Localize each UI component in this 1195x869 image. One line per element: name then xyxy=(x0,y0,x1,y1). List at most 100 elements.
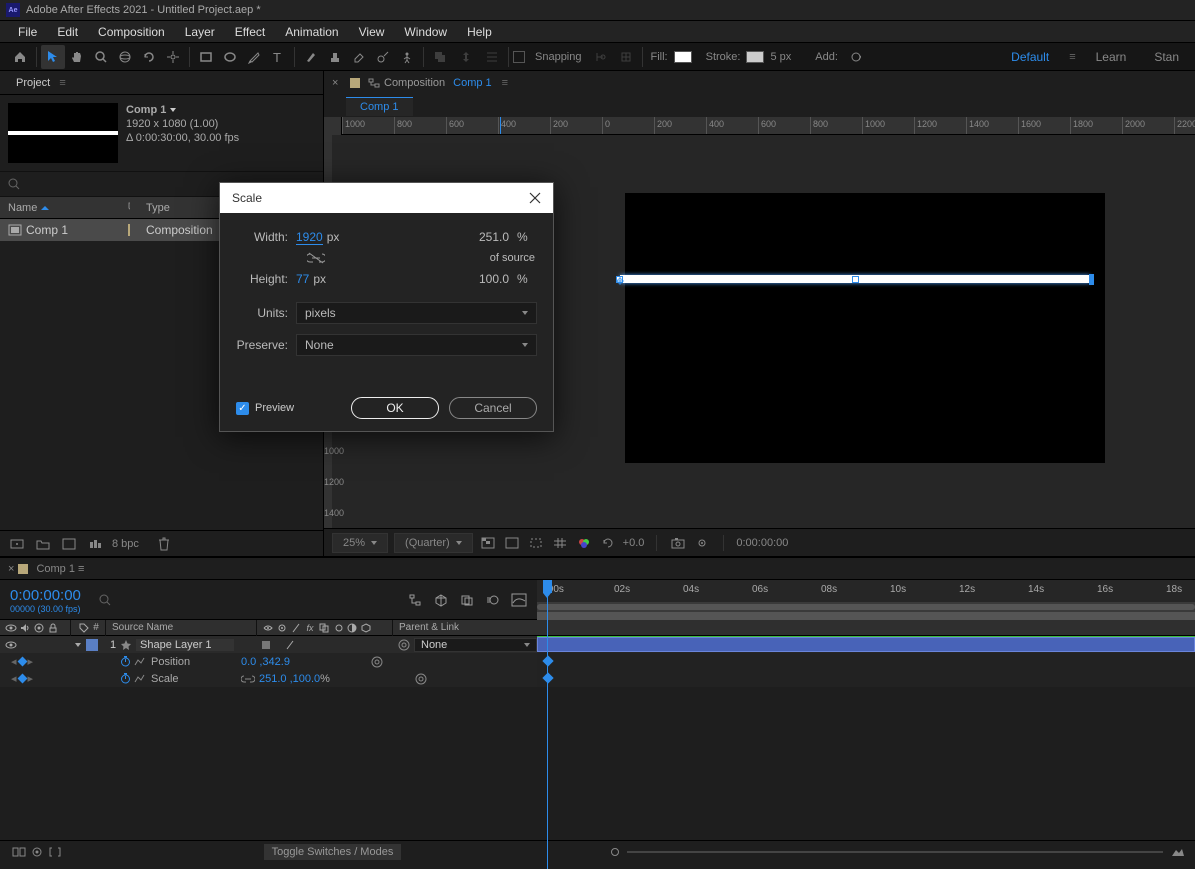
eraser-tool-icon[interactable] xyxy=(347,45,371,69)
snap-opt-2-icon[interactable] xyxy=(614,45,638,69)
col-fx-icon[interactable]: fx xyxy=(303,623,317,633)
zoom-tool-icon[interactable] xyxy=(89,45,113,69)
stopwatch-icon[interactable] xyxy=(120,656,131,667)
height-pct[interactable]: 100.0 xyxy=(479,272,509,286)
tl-footer-brackets-icon[interactable] xyxy=(46,843,64,861)
position-value[interactable]: 0.0 ,342.9 xyxy=(241,656,371,668)
col-solo-icon[interactable] xyxy=(32,623,46,633)
roto-brush-tool-icon[interactable] xyxy=(371,45,395,69)
units-select[interactable]: pixels xyxy=(296,302,537,324)
selection-tool-icon[interactable] xyxy=(41,45,65,69)
tl-footer-icon1[interactable] xyxy=(10,843,28,861)
reset-exposure-icon[interactable] xyxy=(599,534,617,552)
project-settings-icon[interactable] xyxy=(86,535,104,553)
col-visibility-icon[interactable] xyxy=(4,623,18,633)
comp-thumbnail[interactable] xyxy=(8,103,118,163)
work-area[interactable] xyxy=(537,602,1195,620)
channel-icon[interactable] xyxy=(575,534,593,552)
zoom-dropdown[interactable]: 25% xyxy=(332,533,388,553)
trash-icon[interactable] xyxy=(155,535,173,553)
layer-twirl-icon[interactable] xyxy=(75,643,81,647)
stopwatch-icon[interactable] xyxy=(120,673,131,684)
prev-keyframe-icon[interactable]: ◂ xyxy=(11,672,17,685)
fill-swatch[interactable] xyxy=(674,51,692,63)
timeline-search[interactable] xyxy=(99,590,397,610)
col-number[interactable]: # xyxy=(93,622,99,633)
preview-checkbox[interactable]: ✓Preview xyxy=(236,402,294,415)
pickwhip-icon[interactable] xyxy=(371,656,383,668)
clone-stamp-tool-icon[interactable] xyxy=(323,45,347,69)
comp-mini-flowchart-icon[interactable] xyxy=(405,590,425,610)
timeline-tab-close-icon[interactable]: × xyxy=(8,563,14,575)
menu-file[interactable]: File xyxy=(8,22,47,42)
col-label-icon[interactable] xyxy=(77,623,91,633)
mask-visibility-icon[interactable] xyxy=(503,534,521,552)
composition-canvas[interactable] xyxy=(625,193,1105,463)
add-keyframe-icon[interactable] xyxy=(17,657,27,667)
workspace-standard[interactable]: Stan xyxy=(1146,48,1187,66)
snap-opt-1-icon[interactable] xyxy=(588,45,612,69)
comp-tab-close-icon[interactable]: × xyxy=(332,77,346,89)
interpret-footage-icon[interactable] xyxy=(8,535,26,553)
grid-guides-icon[interactable] xyxy=(551,534,569,552)
rotate-tool-icon[interactable] xyxy=(137,45,161,69)
draft3d-icon[interactable] xyxy=(431,590,451,610)
toggle-switches-button[interactable]: Toggle Switches / Modes xyxy=(264,844,402,860)
layer-duration-bar[interactable] xyxy=(537,637,1195,652)
layer-name[interactable]: Shape Layer 1 xyxy=(136,639,234,651)
menu-window[interactable]: Window xyxy=(394,22,457,42)
pen-tool-icon[interactable] xyxy=(242,45,266,69)
shape-mode-3-icon[interactable] xyxy=(480,45,504,69)
menu-composition[interactable]: Composition xyxy=(88,22,175,42)
type-tool-icon[interactable]: T xyxy=(266,45,290,69)
graph-editor-icon[interactable] xyxy=(509,590,529,610)
current-time[interactable]: 0:00:00:00 xyxy=(0,585,91,604)
bpc-label[interactable]: 8 bpc xyxy=(112,538,139,550)
col-parent[interactable]: Parent & Link xyxy=(392,620,537,636)
exposure-value[interactable]: +0.0 xyxy=(623,537,645,549)
timeline-ruler[interactable]: :00s02s04s06s08s10s12s14s16s18s xyxy=(537,580,1195,602)
shape-layer-rect[interactable] xyxy=(620,275,1090,283)
pickwhip-icon[interactable] xyxy=(398,639,410,651)
project-tab[interactable]: Project ≡ xyxy=(8,74,74,92)
zoom-mountain-icon[interactable] xyxy=(1171,847,1185,857)
resize-handle-right[interactable] xyxy=(1089,274,1094,285)
menu-animation[interactable]: Animation xyxy=(275,22,348,42)
comp-nav-tab[interactable]: Comp 1 xyxy=(346,97,413,116)
col-frameblend-icon[interactable] xyxy=(317,623,331,633)
orbit-tool-icon[interactable] xyxy=(113,45,137,69)
keyframe-icon[interactable] xyxy=(542,672,553,683)
brush-tool-icon[interactable] xyxy=(299,45,323,69)
rectangle-tool-icon[interactable] xyxy=(194,45,218,69)
layer-visibility-icon[interactable] xyxy=(4,640,18,650)
ellipse-tool-icon[interactable] xyxy=(218,45,242,69)
show-snapshot-icon[interactable] xyxy=(693,534,711,552)
layer-label-color[interactable] xyxy=(86,639,98,651)
expression-graph-icon[interactable] xyxy=(134,656,145,667)
menu-effect[interactable]: Effect xyxy=(225,22,275,42)
new-folder-icon[interactable] xyxy=(34,535,52,553)
col-type[interactable]: Type xyxy=(138,202,178,214)
constrain-icon[interactable] xyxy=(241,674,259,684)
pickwhip-icon[interactable] xyxy=(415,673,427,685)
preserve-select[interactable]: None xyxy=(296,334,537,356)
add-keyframe-icon[interactable] xyxy=(17,674,27,684)
roi-icon[interactable] xyxy=(527,534,545,552)
shape-mode-2-icon[interactable] xyxy=(454,45,478,69)
col-shy-icon[interactable] xyxy=(261,623,275,633)
menu-view[interactable]: View xyxy=(349,22,395,42)
workspace-learn[interactable]: Learn xyxy=(1088,48,1135,66)
dialog-close-icon[interactable] xyxy=(529,192,541,204)
comp-panel-name[interactable]: Comp 1 xyxy=(453,77,492,89)
col-3d-icon[interactable] xyxy=(359,623,373,633)
comp-menu-caret-icon[interactable] xyxy=(170,108,176,112)
cancel-button[interactable]: Cancel xyxy=(449,397,537,419)
next-keyframe-icon[interactable]: ▸ xyxy=(28,672,34,685)
parent-select[interactable]: None xyxy=(414,638,537,652)
snapping-checkbox[interactable] xyxy=(513,51,525,63)
width-pct[interactable]: 251.0 xyxy=(479,230,509,244)
label-color[interactable] xyxy=(128,224,130,236)
timeline-tab[interactable]: Comp 1 ≡ xyxy=(36,563,84,575)
menu-edit[interactable]: Edit xyxy=(47,22,88,42)
col-quality-icon[interactable] xyxy=(289,623,303,633)
